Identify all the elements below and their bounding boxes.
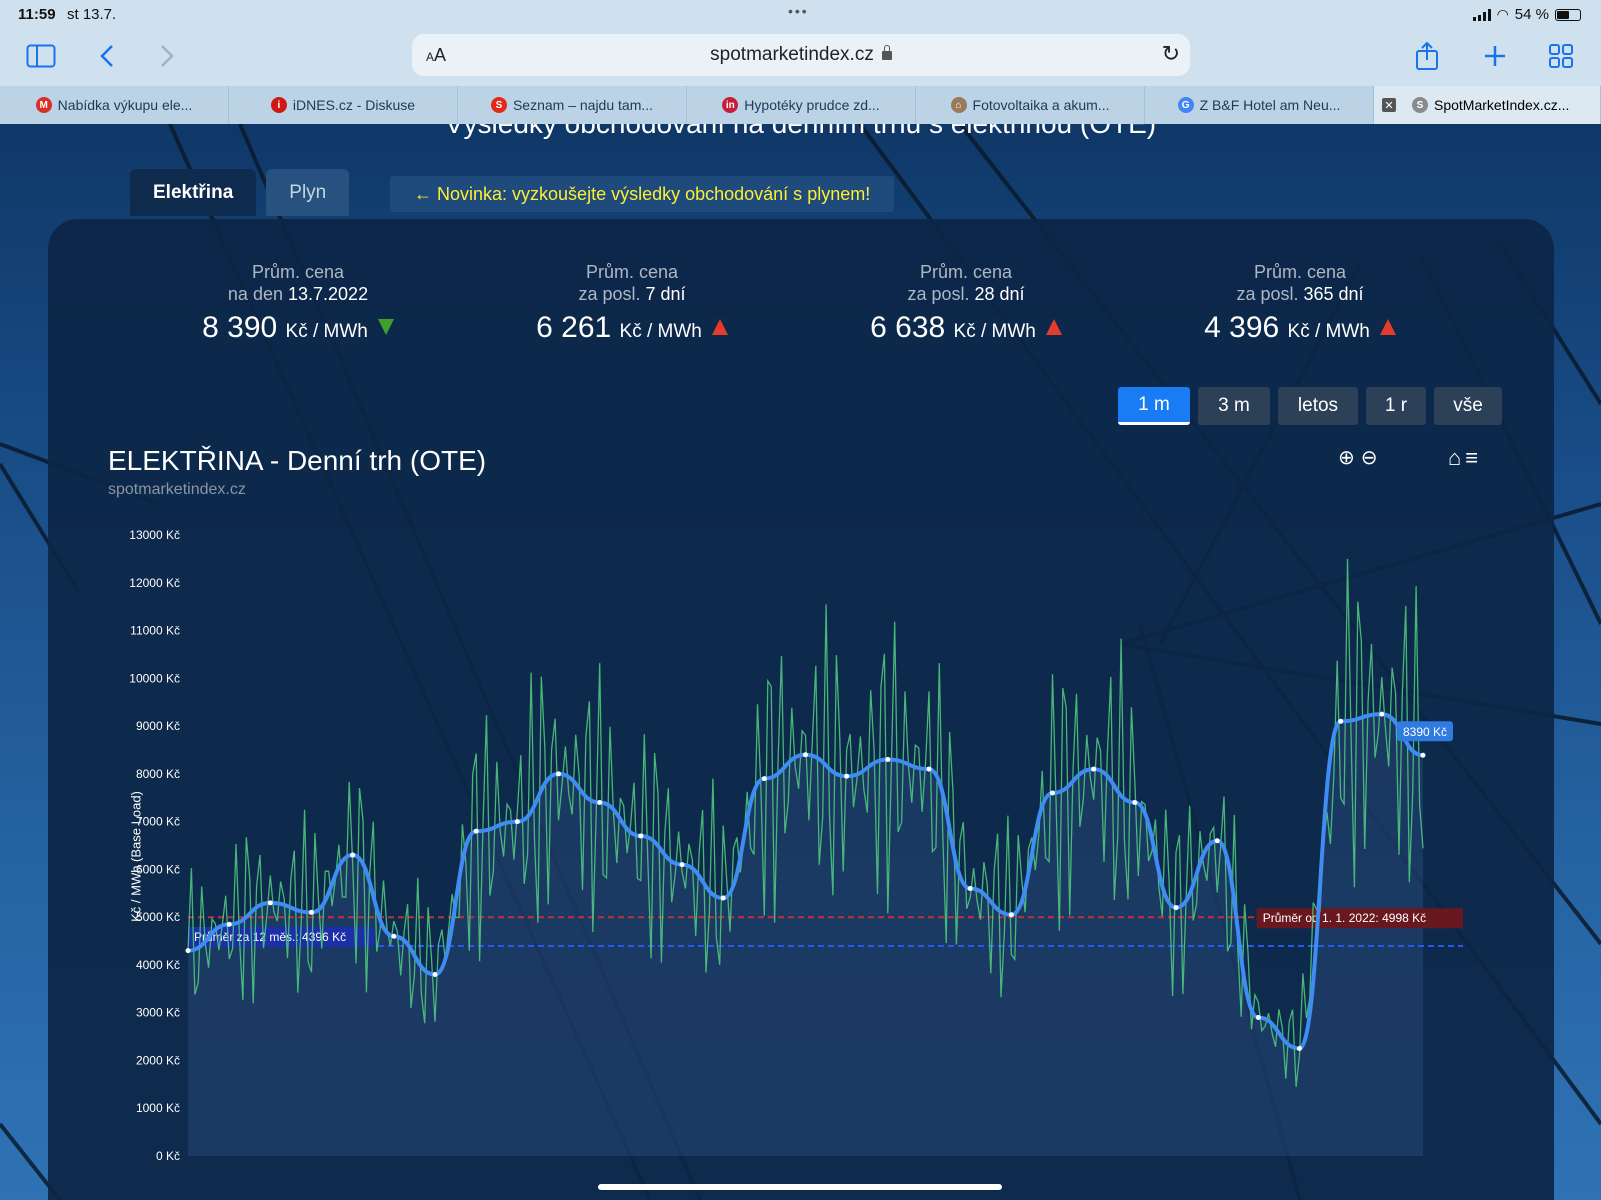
home-indicator[interactable] <box>598 1184 1002 1190</box>
daily-point <box>1338 718 1344 724</box>
reference-label: Průměr od 1. 1. 2022: 4998 Kč <box>1263 911 1426 925</box>
daily-point <box>556 771 561 777</box>
daily-point <box>1297 1046 1302 1052</box>
daily-point <box>885 757 891 763</box>
battery-percent: 54 % <box>1514 6 1549 23</box>
daily-point <box>1420 752 1426 758</box>
tab-label: Seznam – najdu tam... <box>512 97 654 113</box>
address-bar[interactable]: AA spotmarketindex.cz ↻ <box>412 34 1190 76</box>
y-tick-label: 6000 Kč <box>136 862 180 876</box>
tab-label: Fotovoltaika a akum... <box>972 97 1110 113</box>
y-tick-label: 10000 Kč <box>129 671 180 685</box>
browser-toolbar: AA spotmarketindex.cz ↻ <box>0 28 1601 86</box>
tab-label: Hypotéky prudce zd... <box>744 97 880 113</box>
tab-gas[interactable]: Plyn <box>266 169 350 216</box>
y-tick-label: 13000 Kč <box>129 528 180 542</box>
daily-point <box>1214 838 1220 844</box>
daily-point <box>844 773 850 779</box>
battery-icon <box>1555 8 1581 21</box>
new-tab-icon[interactable] <box>1478 40 1512 72</box>
daily-point <box>1379 711 1385 717</box>
sidebar-icon[interactable] <box>24 40 58 72</box>
browser-tab[interactable]: S Seznam – najdu tam... <box>458 86 687 124</box>
close-tab-icon[interactable]: ✕ <box>1382 98 1396 112</box>
web-page: Výsledky obchodování na denním trhu s el… <box>0 124 1601 1200</box>
house-icon: ⌂ <box>950 97 967 113</box>
y-tick-label: 11000 Kč <box>130 624 180 638</box>
daily-point <box>1173 905 1179 911</box>
daily-point <box>803 752 808 758</box>
daily-point <box>1050 790 1055 796</box>
daily-point <box>926 766 932 772</box>
wifi-icon: ◠ <box>1496 6 1509 22</box>
daily-point <box>473 828 479 834</box>
browser-tab[interactable]: i iDNES.cz - Diskuse <box>229 86 458 124</box>
status-time: 11:59 <box>18 6 56 23</box>
page-heading: Výsledky obchodování na denním trhu s el… <box>0 124 1601 140</box>
price-chart[interactable]: 0 Kč 1000 Kč 2000 Kč 3000 Kč 4000 Kč 5000 Kč 6… <box>48 219 1554 1200</box>
spotmarket-icon: S <box>1412 97 1428 113</box>
tab-label: Z B&F Hotel am Neu... <box>1199 97 1341 113</box>
tab-label: SpotMarketIndex.cz... <box>1434 97 1570 113</box>
status-date: st 13.7. <box>67 6 117 23</box>
daily-point <box>1255 1014 1261 1020</box>
daily-point <box>1008 912 1014 918</box>
browser-tab[interactable]: in Hypotéky prudce zd... <box>687 86 916 124</box>
gmail-icon: M <box>35 97 52 113</box>
daily-point <box>597 800 603 806</box>
daily-point <box>720 895 726 901</box>
browser-tab-active[interactable]: ✕ S SpotMarketIndex.cz... <box>1374 86 1601 124</box>
y-tick-label: 2000 Kč <box>136 1053 180 1067</box>
browser-tabs: M Nabídka výkupu ele... i iDNES.cz - Disku… <box>0 86 1601 124</box>
y-tick-label: 4000 Kč <box>136 958 180 972</box>
browser-tab[interactable]: G Z B&F Hotel am Neu... <box>1145 86 1374 124</box>
tab-label: iDNES.cz - Diskuse <box>292 97 416 113</box>
daily-point <box>638 833 644 839</box>
y-tick-label: 0 Kč <box>156 1149 180 1163</box>
daily-point <box>967 885 973 891</box>
daily-point <box>391 933 397 939</box>
main-panel: Prům. cena na den 13.7.2022 8 390 Kč / M… <box>48 219 1554 1200</box>
daily-point <box>514 819 520 825</box>
daily-point <box>1132 800 1138 806</box>
investiceweb-icon: in <box>722 97 739 113</box>
multitasking-dots-icon[interactable]: ••• <box>788 3 809 19</box>
y-tick-label: 9000 Kč <box>136 719 180 733</box>
y-tick-label: 7000 Kč <box>136 815 180 829</box>
back-icon[interactable] <box>90 40 124 72</box>
forward-icon[interactable] <box>150 40 184 72</box>
y-tick-label: 8000 Kč <box>136 767 180 781</box>
status-bar: 11:59 st 13.7. ••• ◠ 54 % <box>0 0 1601 28</box>
daily-point <box>761 776 767 782</box>
signal-icon <box>1472 8 1491 21</box>
y-tick-label: 3000 Kč <box>136 1006 180 1020</box>
tab-label: Nabídka výkupu ele... <box>57 97 193 113</box>
y-tick-label: 1000 Kč <box>136 1101 180 1115</box>
daily-point <box>185 948 191 954</box>
daily-point <box>1091 766 1097 772</box>
reload-icon[interactable]: ↻ <box>1162 41 1180 67</box>
daily-point <box>679 862 685 868</box>
tab-electricity[interactable]: Elektřina <box>130 169 257 216</box>
y-tick-label: 5000 Kč <box>136 910 180 924</box>
commodity-tabs: Elektřina Plyn <box>130 169 350 216</box>
browser-tab[interactable]: M Nabídka výkupu ele... <box>0 86 229 124</box>
daily-point <box>309 909 314 915</box>
google-icon: G <box>1177 97 1194 113</box>
last-value-label: 8390 Kč <box>1403 725 1447 739</box>
idnes-icon: i <box>270 97 287 113</box>
daily-point <box>350 852 356 858</box>
url-text: spotmarketindex.cz <box>710 44 874 65</box>
daily-point <box>267 900 273 906</box>
tab-overview-icon[interactable] <box>1544 40 1578 72</box>
daily-point <box>226 921 232 927</box>
lock-icon <box>881 45 892 60</box>
daily-point <box>432 971 438 977</box>
y-tick-label: 12000 Kč <box>129 576 180 590</box>
share-icon[interactable] <box>1410 40 1444 72</box>
news-banner[interactable]: ← Novinka: vyzkoušejte výsledky obchodov… <box>390 176 895 212</box>
seznam-icon: S <box>490 97 507 113</box>
browser-tab[interactable]: ⌂ Fotovoltaika a akum... <box>916 86 1145 124</box>
